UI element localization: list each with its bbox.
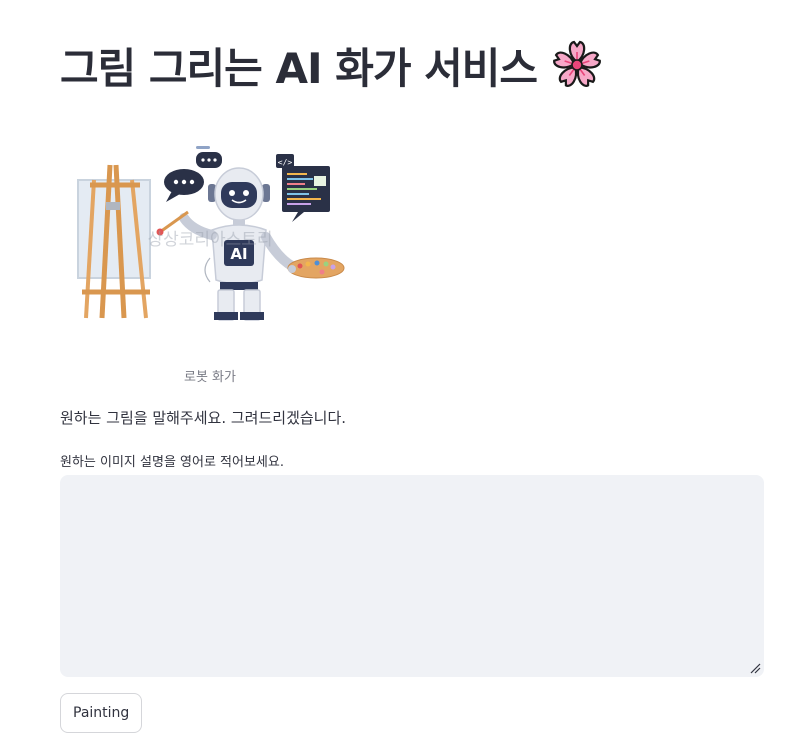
resize-handle-icon[interactable] [749, 662, 761, 674]
svg-text:</>: </> [278, 158, 293, 167]
description-textarea[interactable] [60, 475, 764, 677]
page-title: 그림 그리는 AI 화가 서비스 [60, 43, 538, 93]
robot-painter-illustration: </> AI 상상코리아스토리 [77, 146, 345, 321]
page-header: 그림 그리는 AI 화가 서비스 [60, 30, 603, 100]
instruction-text: 원하는 그림을 말해주세요. 그려드리겠습니다. [60, 409, 347, 427]
painting-button[interactable]: Painting [60, 693, 143, 733]
paint-palette-icon [287, 257, 345, 279]
code-window-icon: </> [276, 154, 330, 222]
page: 그림 그리는 AI 화가 서비스 </> AI 상상코리아스토리 로봇 화가 원… [0, 0, 804, 753]
description-field-label: 원하는 이미지 설명을 영어로 적어보세요. [60, 455, 284, 470]
cherry-blossom-icon [553, 40, 601, 87]
watermark-text: 상상코리아스토리 [147, 230, 272, 250]
easel-graphic [77, 164, 151, 319]
image-caption: 로봇 화가 [184, 370, 236, 385]
description-textarea-container [60, 475, 764, 677]
